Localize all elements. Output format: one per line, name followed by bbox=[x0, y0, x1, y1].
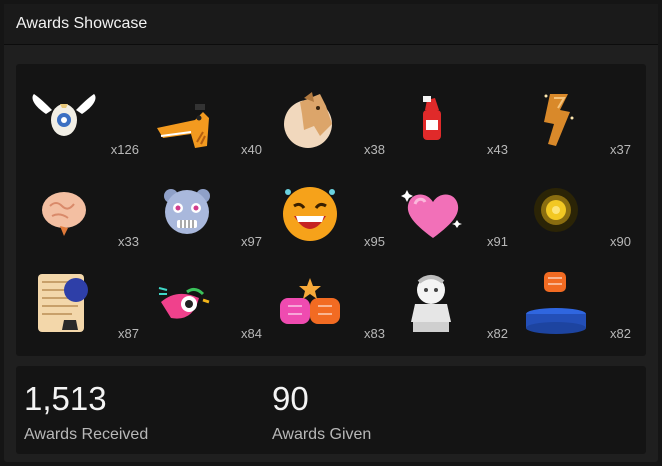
awards-received-count: 1,513 bbox=[24, 380, 107, 417]
panel-header: Awards Showcase bbox=[4, 4, 658, 45]
award-count: x95 bbox=[364, 234, 385, 249]
hot-sauce-icon bbox=[423, 96, 441, 140]
award-item[interactable]: x83 bbox=[262, 258, 385, 350]
award-item[interactable]: x91 bbox=[385, 166, 508, 258]
pink-creature-icon bbox=[158, 287, 210, 319]
laughing-face-icon bbox=[283, 187, 337, 241]
award-count: x83 bbox=[364, 326, 385, 341]
award-count: x87 bbox=[118, 326, 139, 341]
brain-icon bbox=[42, 192, 86, 236]
award-count: x126 bbox=[110, 142, 139, 157]
awards-grid: x126 x40 x38 x43 x37 x33 x97 x95 x91 x90… bbox=[16, 64, 646, 356]
awards-given-count: 90 bbox=[272, 380, 309, 417]
award-count: x82 bbox=[610, 326, 631, 341]
scroll-ink-icon bbox=[38, 274, 88, 332]
panel-title: Awards Showcase bbox=[16, 15, 148, 32]
awards-received-label: Awards Received bbox=[24, 426, 149, 443]
award-count: x97 bbox=[241, 234, 262, 249]
award-count: x40 bbox=[241, 142, 262, 157]
golden-rune-icon bbox=[544, 94, 574, 146]
award-item[interactable]: x33 bbox=[16, 166, 139, 258]
dino-head-icon bbox=[157, 104, 209, 148]
gold-coin-icon bbox=[534, 188, 578, 232]
award-count: x37 bbox=[610, 142, 631, 157]
award-item[interactable]: x82 bbox=[385, 258, 508, 350]
award-count: x33 bbox=[118, 234, 139, 249]
award-item[interactable]: x95 bbox=[262, 166, 385, 258]
award-count: x82 bbox=[487, 326, 508, 341]
marble-bust-icon bbox=[411, 275, 451, 332]
award-item[interactable]: x43 bbox=[385, 74, 508, 166]
award-item[interactable]: x87 bbox=[16, 258, 139, 350]
award-item[interactable]: x82 bbox=[508, 258, 631, 350]
award-item[interactable]: x97 bbox=[139, 166, 262, 258]
leopard-face-icon bbox=[164, 189, 210, 234]
awards-showcase-panel: Awards Showcase x126 x40 x38 x43 x37 x33… bbox=[4, 4, 658, 462]
award-item[interactable]: x40 bbox=[139, 74, 262, 166]
award-item[interactable]: x90 bbox=[508, 166, 631, 258]
award-count: x90 bbox=[610, 234, 631, 249]
awards-stats: 1,513 Awards Received 90 Awards Given bbox=[16, 366, 646, 454]
award-count: x84 bbox=[241, 326, 262, 341]
award-item[interactable]: x126 bbox=[16, 74, 139, 166]
award-count: x38 bbox=[364, 142, 385, 157]
boxing-gloves-icon bbox=[280, 278, 340, 324]
award-count: x91 bbox=[487, 234, 508, 249]
horse-head-icon bbox=[284, 92, 332, 148]
award-item[interactable]: x84 bbox=[139, 258, 262, 350]
winged-egg-icon bbox=[32, 94, 96, 136]
award-count: x43 bbox=[487, 142, 508, 157]
pink-heart-icon bbox=[401, 190, 462, 238]
award-item[interactable]: x37 bbox=[508, 74, 631, 166]
blue-pedestal-fist-icon bbox=[526, 272, 586, 334]
awards-given-label: Awards Given bbox=[272, 426, 372, 443]
award-item[interactable]: x38 bbox=[262, 74, 385, 166]
